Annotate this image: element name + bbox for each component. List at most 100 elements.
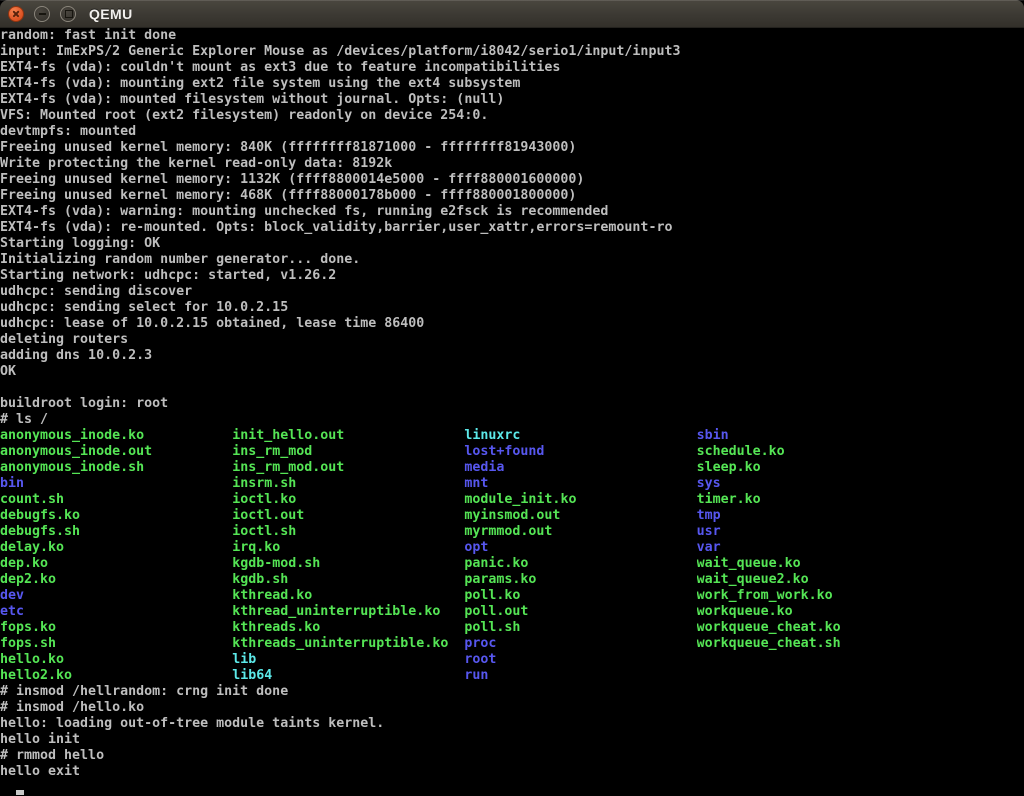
ls-item: debugfs.sh: [0, 524, 232, 540]
ls-item: work_from_work.ko: [697, 588, 929, 604]
terminal-screen[interactable]: random: fast init doneinput: ImExPS/2 Ge…: [0, 28, 1024, 796]
terminal-line: EXT4-fs (vda): mounted filesystem withou…: [0, 92, 1024, 108]
terminal-line: deleting routers: [0, 332, 1024, 348]
ls-row: hello2.kolib64run: [0, 668, 1024, 684]
terminal-line: udhcpc: lease of 10.0.2.15 obtained, lea…: [0, 316, 1024, 332]
ls-item: kthreads.ko: [232, 620, 464, 636]
terminal-line: random: fast init done: [0, 28, 1024, 44]
ls-item: hello2.ko: [0, 668, 232, 684]
terminal-line: devtmpfs: mounted: [0, 124, 1024, 140]
ls-item: kgdb.sh: [232, 572, 464, 588]
terminal-line: Starting network: udhcpc: started, v1.26…: [0, 268, 1024, 284]
ls-row: anonymous_inode.outins_rm_modlost+founds…: [0, 444, 1024, 460]
terminal-line: Freeing unused kernel memory: 468K (ffff…: [0, 188, 1024, 204]
ls-item: init_hello.out: [232, 428, 464, 444]
ls-item: dep2.ko: [0, 572, 232, 588]
minimize-button[interactable]: [34, 6, 50, 22]
ls-item: usr: [697, 524, 929, 540]
ls-item: anonymous_inode.out: [0, 444, 232, 460]
ls-row: debugfs.koioctl.outmyinsmod.outtmp: [0, 508, 1024, 524]
ls-item: sys: [697, 476, 929, 492]
ls-item: anonymous_inode.sh: [0, 460, 232, 476]
ls-row: fops.shkthreads_uninterruptible.koprocwo…: [0, 636, 1024, 652]
ls-item: fops.sh: [0, 636, 232, 652]
ls-item: module_init.ko: [464, 492, 696, 508]
terminal-line: udhcpc: sending select for 10.0.2.15: [0, 300, 1024, 316]
ls-item: wait_queue2.ko: [697, 572, 929, 588]
ls-item: mnt: [464, 476, 696, 492]
ls-item: timer.ko: [697, 492, 929, 508]
ls-item: debugfs.ko: [0, 508, 232, 524]
terminal-line: Write protecting the kernel read-only da…: [0, 156, 1024, 172]
ls-item: ioctl.out: [232, 508, 464, 524]
terminal-line: Freeing unused kernel memory: 840K (ffff…: [0, 140, 1024, 156]
ls-row: dep.kokgdb-mod.shpanic.kowait_queue.ko: [0, 556, 1024, 572]
ls-item: wait_queue.ko: [697, 556, 929, 572]
ls-row: dep2.kokgdb.shparams.kowait_queue2.ko: [0, 572, 1024, 588]
ls-item: poll.out: [464, 604, 696, 620]
ls-row: fops.kokthreads.kopoll.shworkqueue_cheat…: [0, 620, 1024, 636]
ls-item: lib64: [232, 668, 464, 684]
ls-item: insrm.sh: [232, 476, 464, 492]
ls-item: var: [697, 540, 929, 556]
terminal-line: EXT4-fs (vda): couldn't mount as ext3 du…: [0, 60, 1024, 76]
terminal-line: hello exit: [0, 764, 1024, 780]
ls-item: hello.ko: [0, 652, 232, 668]
terminal-line: VFS: Mounted root (ext2 filesystem) read…: [0, 108, 1024, 124]
ls-item: ioctl.ko: [232, 492, 464, 508]
ls-item: opt: [464, 540, 696, 556]
ls-item: irq.ko: [232, 540, 464, 556]
terminal-line: hello init: [0, 732, 1024, 748]
ls-item: lost+found: [464, 444, 696, 460]
terminal-line: EXT4-fs (vda): mounting ext2 file system…: [0, 76, 1024, 92]
terminal-line: Initializing random number generator... …: [0, 252, 1024, 268]
maximize-button[interactable]: [60, 6, 76, 22]
ls-item: kthread.ko: [232, 588, 464, 604]
ls-row: etckthread_uninterruptible.kopoll.outwor…: [0, 604, 1024, 620]
ls-item: myinsmod.out: [464, 508, 696, 524]
ls-item: workqueue_cheat.sh: [697, 636, 929, 652]
ls-item: myrmmod.out: [464, 524, 696, 540]
ls-item: dep.ko: [0, 556, 232, 572]
terminal-line: OK: [0, 364, 1024, 380]
ls-item: poll.ko: [464, 588, 696, 604]
terminal-line: input: ImExPS/2 Generic Explorer Mouse a…: [0, 44, 1024, 60]
terminal-line: adding dns 10.0.2.3: [0, 348, 1024, 364]
terminal-line: Starting logging: OK: [0, 236, 1024, 252]
boot-log: random: fast init doneinput: ImExPS/2 Ge…: [0, 28, 1024, 428]
terminal-line: # insmod /hello.ko: [0, 700, 1024, 716]
ls-item: kthread_uninterruptible.ko: [232, 604, 464, 620]
ls-item: ins_rm_mod: [232, 444, 464, 460]
ls-item: schedule.ko: [697, 444, 929, 460]
ls-item: linuxrc: [464, 428, 696, 444]
ls-item: params.ko: [464, 572, 696, 588]
ls-item: run: [464, 668, 696, 684]
ls-item: sbin: [697, 428, 929, 444]
window-title: QEMU: [89, 0, 133, 28]
terminal-line: # rmmod hello: [0, 748, 1024, 764]
ls-item: proc: [464, 636, 696, 652]
terminal-line: EXT4-fs (vda): warning: mounting uncheck…: [0, 204, 1024, 220]
close-button[interactable]: [8, 6, 24, 22]
text-cursor: [16, 790, 24, 795]
terminal-line: # insmod /hellrandom: crng init done: [0, 684, 1024, 700]
ls-item: delay.ko: [0, 540, 232, 556]
ls-row: debugfs.shioctl.shmyrmmod.outusr: [0, 524, 1024, 540]
ls-item: count.sh: [0, 492, 232, 508]
terminal-line: buildroot login: root: [0, 396, 1024, 412]
ls-empty-cell: [697, 652, 929, 668]
terminal-line: Freeing unused kernel memory: 1132K (fff…: [0, 172, 1024, 188]
command-log: # insmod /hellrandom: crng init done# in…: [0, 684, 1024, 780]
window-titlebar[interactable]: QEMU: [0, 0, 1024, 28]
ls-row: hello.kolibroot: [0, 652, 1024, 668]
ls-item: ins_rm_mod.out: [232, 460, 464, 476]
terminal-line: EXT4-fs (vda): re-mounted. Opts: block_v…: [0, 220, 1024, 236]
ls-item: anonymous_inode.ko: [0, 428, 232, 444]
ls-item: workqueue_cheat.ko: [697, 620, 929, 636]
ls-item: sleep.ko: [697, 460, 929, 476]
terminal-line: [0, 380, 1024, 396]
ls-item: kthreads_uninterruptible.ko: [232, 636, 464, 652]
terminal-line: udhcpc: sending discover: [0, 284, 1024, 300]
ls-row: count.shioctl.komodule_init.kotimer.ko: [0, 492, 1024, 508]
qemu-window: { "window": { "title": "QEMU", "buttons"…: [0, 0, 1024, 796]
